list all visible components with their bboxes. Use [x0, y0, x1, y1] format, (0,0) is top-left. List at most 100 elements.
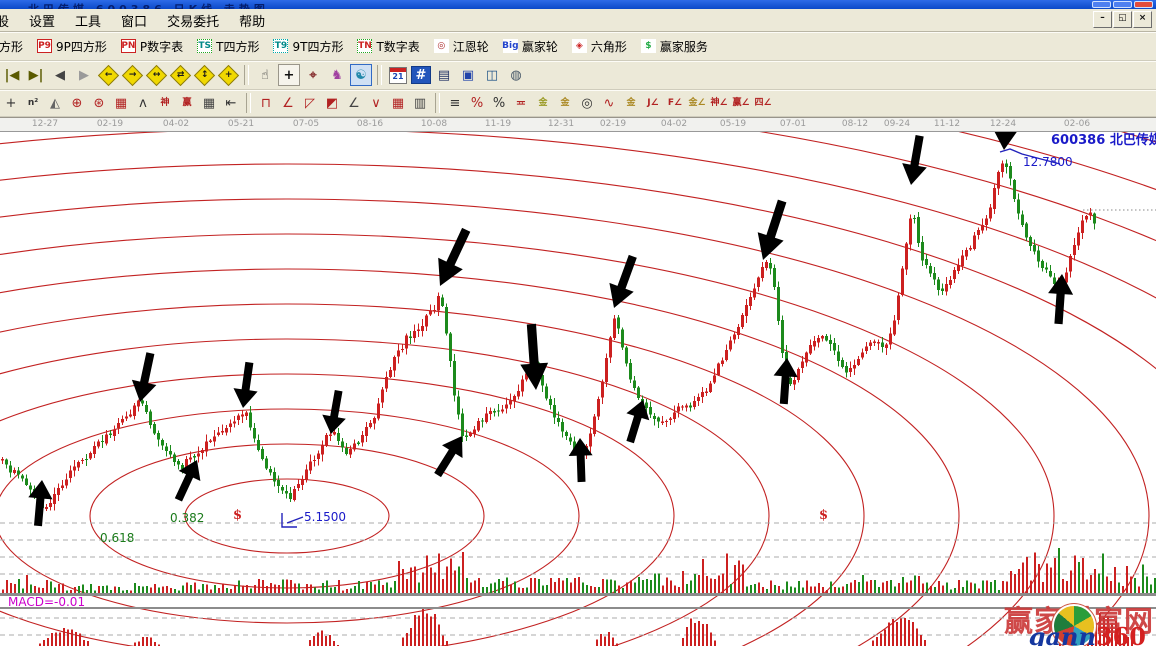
menu-item-5[interactable]: 帮助 — [229, 9, 275, 32]
expand-h-diamond[interactable]: ↔ — [145, 64, 167, 86]
export-tool[interactable]: ◫ — [481, 64, 503, 86]
save-tool-icon: ▣ — [462, 68, 474, 83]
date-tick-label: 11-12 — [934, 119, 960, 129]
chart-canvas[interactable] — [0, 132, 1156, 646]
drawing-tool-31[interactable]: F∠ — [665, 93, 686, 114]
memo-tool-icon: ▤ — [438, 68, 450, 83]
menu-item-3[interactable]: 窗口 — [111, 9, 157, 32]
shape-9t-square-button-icon: T9 — [273, 39, 288, 53]
drawing-tool-34[interactable]: 赢∠ — [731, 93, 752, 114]
close-button[interactable] — [1134, 1, 1153, 8]
window-controls — [1092, 1, 1153, 8]
goto-last-button[interactable]: ▶| — [25, 64, 47, 86]
drawing-tool-26[interactable]: 金 — [555, 93, 576, 114]
drawing-tool-17[interactable]: ∨ — [366, 93, 387, 114]
drawing-tool-16[interactable]: ∠ — [344, 93, 365, 114]
step-forward-button[interactable]: ▶ — [73, 64, 95, 86]
drawing-tool-21[interactable]: ≡ — [445, 93, 466, 114]
calendar-tool[interactable]: 21 — [387, 64, 409, 86]
drawing-tool-33[interactable]: 神∠ — [709, 93, 730, 114]
drawing-tool-5[interactable]: ▦ — [111, 93, 132, 114]
menu-item-4[interactable]: 交易委托 — [157, 9, 229, 32]
mdi-restore-button[interactable]: ◱ — [1113, 11, 1132, 28]
drawing-tool-35[interactable]: 四∠ — [753, 93, 774, 114]
drawing-tool-9[interactable]: ▦ — [199, 93, 220, 114]
dollar-mark: $ — [819, 509, 828, 522]
crosshair-tool[interactable]: + — [278, 64, 300, 86]
shape-p-table-button[interactable]: PNP数字表 — [114, 36, 190, 57]
drawing-tool-4[interactable]: ⊛ — [89, 93, 110, 114]
compress-all-diamond[interactable]: ↕ — [193, 64, 215, 86]
drawing-tool-32[interactable]: 金∠ — [687, 93, 708, 114]
compress-h-diamond[interactable]: ⇄ — [169, 64, 191, 86]
scroll-right-diamond-icon: → — [121, 64, 142, 85]
shape-t-square-button[interactable]: TST四方形 — [190, 36, 266, 57]
drawing-tool-8[interactable]: 赢 — [177, 93, 198, 114]
pattern-tool[interactable]: ♞ — [326, 64, 348, 86]
drawing-tool-icon: 四∠ — [754, 99, 771, 108]
drawing-tool-1[interactable]: n² — [23, 93, 44, 114]
save-tool[interactable]: ▣ — [457, 64, 479, 86]
drawing-tool-icon: ◎ — [581, 97, 592, 110]
smart-analysis-tool[interactable]: ☯ — [350, 64, 372, 86]
menu-item-2[interactable]: 工具 — [65, 9, 111, 32]
web-tool-icon: ◍ — [510, 68, 521, 83]
gann-wheel-button[interactable]: ◎江恩轮 — [427, 36, 496, 57]
toolbar-separator — [244, 65, 249, 85]
web-tool[interactable]: ◍ — [505, 64, 527, 86]
drawing-tool-29[interactable]: 金 — [621, 93, 642, 114]
drawing-tool-15[interactable]: ◩ — [322, 93, 343, 114]
menu-item-1[interactable]: 设置 — [19, 9, 65, 32]
maximize-button[interactable] — [1113, 1, 1132, 8]
menu-bar: 股设置工具窗口交易委托帮助 –◱× — [0, 9, 1156, 32]
mark-tool[interactable]: ⌖ — [302, 64, 324, 86]
shape-t-table-button[interactable]: TNT数字表 — [350, 36, 426, 57]
menu-item-0[interactable]: 股 — [0, 9, 19, 32]
hand-tool[interactable]: ☝ — [254, 64, 276, 86]
hexagon-button[interactable]: ◈六角形 — [565, 36, 634, 57]
step-back-button[interactable]: ◀ — [49, 64, 71, 86]
mdi-close-button[interactable]: × — [1133, 11, 1152, 28]
shape-9t-square-button[interactable]: T99T四方形 — [266, 36, 350, 57]
drawing-tool-10[interactable]: ⇤ — [221, 93, 242, 114]
scroll-left-diamond[interactable]: ← — [97, 64, 119, 86]
drawing-tool-icon: 金 — [538, 99, 547, 108]
drawing-tool-22[interactable]: % — [467, 93, 488, 114]
drawing-tool-14[interactable]: ◸ — [300, 93, 321, 114]
drawing-tool-7[interactable]: 神 — [155, 93, 176, 114]
compress-all-diamond-icon: ↕ — [193, 64, 214, 85]
gann-ellipses — [0, 132, 1156, 646]
drawing-tool-icon: ∠ — [282, 97, 294, 110]
drawing-tool-0[interactable]: + — [1, 93, 22, 114]
shape-square-button[interactable]: 方形 — [0, 36, 30, 57]
drawing-tool-28[interactable]: ∿ — [599, 93, 620, 114]
goto-first-button[interactable]: |◀ — [1, 64, 23, 86]
calculator-tool[interactable]: # — [411, 66, 431, 84]
drawing-tool-12[interactable]: ⊓ — [256, 93, 277, 114]
scroll-right-diamond[interactable]: → — [121, 64, 143, 86]
date-tick-label: 07-05 — [293, 119, 319, 129]
drawing-tool-icon: 金∠ — [688, 99, 705, 108]
drawing-tool-3[interactable]: ⊕ — [67, 93, 88, 114]
memo-tool[interactable]: ▤ — [433, 64, 455, 86]
drawing-tool-13[interactable]: ∠ — [278, 93, 299, 114]
compress-h-diamond-icon: ⇄ — [169, 64, 190, 85]
drawing-tool-6[interactable]: ʌ — [133, 93, 154, 114]
expand-all-diamond[interactable]: + — [217, 64, 239, 86]
drawing-tool-30[interactable]: J∠ — [643, 93, 664, 114]
chart-area[interactable]: 600386 北巴传媒 12.7800 5.1500 0.382 0.618 $… — [0, 132, 1156, 646]
minimize-button[interactable] — [1092, 1, 1111, 8]
mdi-minimize-button[interactable]: – — [1093, 11, 1112, 28]
winner-service-button[interactable]: $赢家服务 — [634, 36, 715, 57]
drawing-tool-25[interactable]: 金 — [533, 93, 554, 114]
drawing-tool-19[interactable]: ▥ — [410, 93, 431, 114]
drawing-tool-27[interactable]: ◎ — [577, 93, 598, 114]
drawing-tool-18[interactable]: ▦ — [388, 93, 409, 114]
winner-wheel-button[interactable]: Big赢家轮 — [496, 36, 565, 57]
drawing-tool-2[interactable]: ◭ — [45, 93, 66, 114]
drawing-tool-24[interactable]: ≖ — [511, 93, 532, 114]
drawing-tool-icon: ▦ — [392, 97, 404, 110]
winner-wheel-button-icon: Big — [503, 39, 518, 53]
shape-9p-square-button[interactable]: P99P四方形 — [30, 36, 114, 57]
drawing-tool-23[interactable]: % — [489, 93, 510, 114]
